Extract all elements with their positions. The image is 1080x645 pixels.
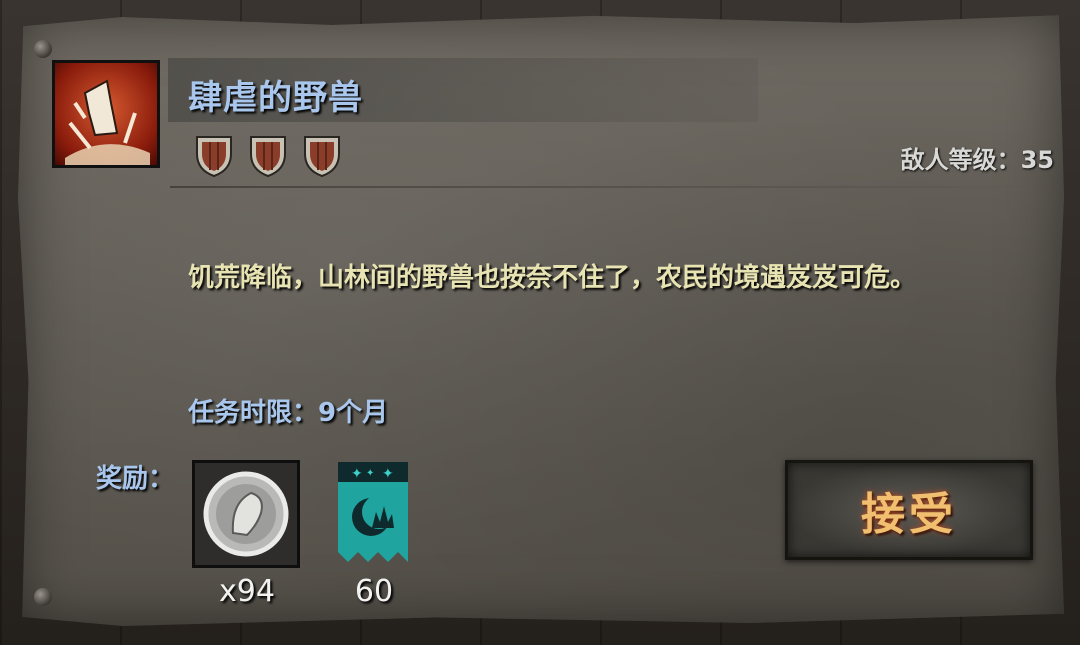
enemy-level: 敌人等级：35 [900,146,1054,174]
svg-text:✦: ✦ [382,466,394,482]
reward-banner[interactable]: ✦ ✦ ✦ [338,462,408,564]
nail-icon [34,40,52,58]
silver-coin-icon [203,471,289,557]
difficulty-shields [194,134,342,178]
shield-icon [196,136,232,178]
quest-time-limit: 任务时限：9个月 [188,398,389,428]
quest-beast-icon [52,60,160,168]
divider [170,186,1040,188]
reward-coin-count: x94 [219,574,275,609]
accept-button[interactable]: 接受 [785,460,1033,560]
accept-button-label: 接受 [861,489,957,540]
quest-title: 肆虐的野兽 [188,78,363,118]
shield-icon [250,136,286,178]
moon-banner-icon: ✦ ✦ ✦ [338,462,408,562]
rewards-label: 奖励： [96,464,175,494]
shield-icon [304,136,340,178]
svg-text:✦: ✦ [351,466,363,482]
svg-text:✦: ✦ [366,468,374,479]
reward-coin[interactable] [192,460,300,568]
reward-banner-count: 60 [354,574,394,609]
quest-description: 饥荒降临，山林间的野兽也按奈不住了，农民的境遇岌岌可危。 [188,263,917,293]
nail-icon [34,588,52,606]
